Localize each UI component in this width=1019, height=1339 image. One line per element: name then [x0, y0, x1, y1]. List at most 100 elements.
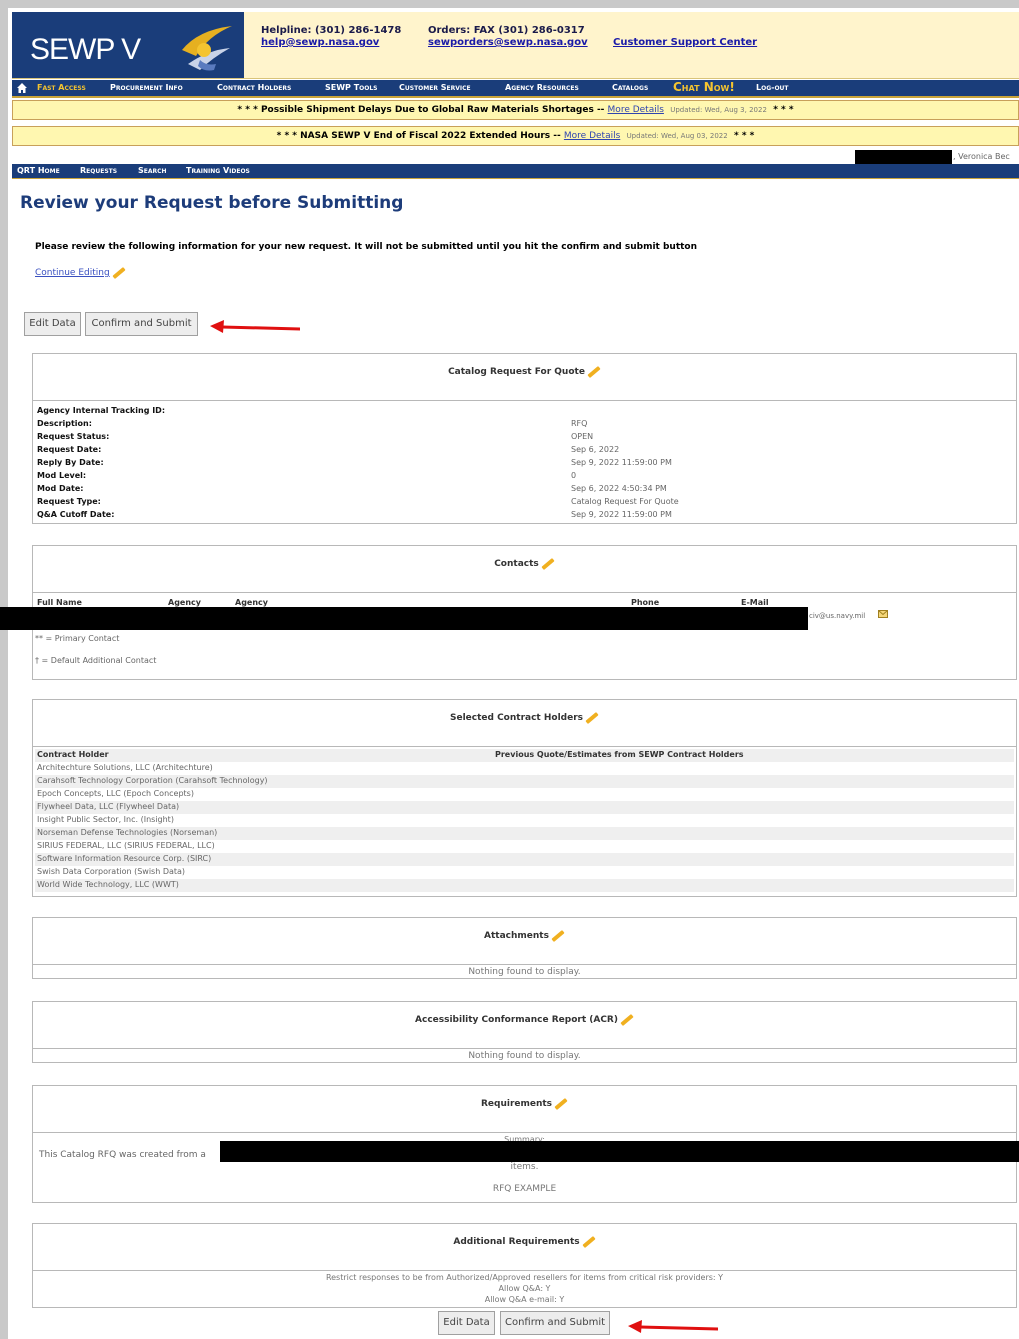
requirement-line: Restrict responses to be from Authorized…	[325, 1273, 724, 1282]
edit-data-button[interactable]: Edit Data	[24, 312, 81, 336]
alert-suffix: * * *	[734, 131, 755, 141]
table-cell: Swish Data Corporation (Swish Data)	[37, 867, 186, 876]
nav-agency-resources[interactable]: Agency Resources	[505, 83, 579, 92]
pencil-icon[interactable]	[541, 557, 555, 570]
page-title: Review your Request before Submitting	[20, 193, 404, 213]
alert-more-details-link[interactable]: More Details	[564, 131, 620, 141]
panel-title: Contacts	[494, 559, 539, 569]
customer-support-link[interactable]: Customer Support Center	[613, 37, 757, 48]
subnav-search[interactable]: Search	[138, 166, 167, 175]
table-cell: Flywheel Data, LLC (Flywheel Data)	[37, 802, 180, 811]
requirement-line: Allow Q&A: Y	[498, 1284, 551, 1293]
contract-holders-panel: Selected Contract Holders Contract Holde…	[32, 699, 1017, 897]
subnav-training-videos[interactable]: Training Videos	[186, 166, 250, 175]
panel-title: Attachments	[484, 931, 549, 941]
column-header: Full Name	[37, 598, 82, 607]
orders-fax-text: Orders: FAX (301) 286-0317	[428, 25, 585, 36]
panel-title: Requirements	[480, 1099, 553, 1109]
field-value: Sep 6, 2022	[571, 445, 620, 454]
pencil-icon[interactable]	[581, 1235, 596, 1248]
logo-text: SEWP V	[30, 33, 141, 66]
pencil-icon[interactable]	[585, 711, 599, 724]
table-row: Insight Public Sector, Inc. (Insight)	[35, 814, 1014, 827]
field-value: Sep 9, 2022 11:59:00 PM	[571, 458, 672, 467]
redacted-requirements-text	[220, 1141, 1019, 1162]
table-cell: SIRIUS FEDERAL, LLC (SIRIUS FEDERAL, LLC…	[37, 841, 215, 850]
nav-sewp-tools[interactable]: SEWP Tools	[325, 83, 378, 92]
confirm-submit-button[interactable]: Confirm and Submit	[85, 312, 198, 336]
table-cell: World Wide Technology, LLC (WWT)	[37, 880, 179, 889]
table-cell: Software Information Resource Corp. (SIR…	[37, 854, 212, 863]
column-header: E-Mail	[741, 598, 769, 607]
table-row: Swish Data Corporation (Swish Data)	[35, 866, 1014, 879]
nav-fast-access[interactable]: Fast Access	[37, 83, 86, 92]
field-label: Request Date:	[37, 445, 102, 454]
orders-email-link[interactable]: sewporders@sewp.nasa.gov	[428, 37, 588, 48]
home-icon[interactable]	[17, 83, 27, 93]
panel-title: Catalog Request For Quote	[448, 367, 585, 377]
field-value: Sep 9, 2022 11:59:00 PM	[571, 510, 672, 519]
field-value: 0	[571, 471, 577, 480]
empty-message: Nothing found to display.	[468, 967, 581, 977]
table-row: SIRIUS FEDERAL, LLC (SIRIUS FEDERAL, LLC…	[35, 840, 1014, 853]
continue-editing-link[interactable]: Continue Editing	[35, 266, 126, 279]
alert-suffix: * * *	[773, 105, 794, 115]
panel-title: Additional Requirements	[453, 1237, 580, 1247]
panel-header: Selected Contract Holders	[33, 700, 1016, 747]
catalog-request-panel: Catalog Request For Quote Agency Interna…	[32, 353, 1017, 524]
logo-swoosh-icon	[182, 26, 232, 71]
helpline-text: Helpline: (301) 286-1478	[261, 25, 402, 36]
nav-logout[interactable]: Log-out	[756, 83, 789, 92]
panel-title: Accessibility Conformance Report (ACR)	[415, 1015, 618, 1025]
envelope-icon[interactable]	[878, 610, 888, 618]
help-email-link[interactable]: help@sewp.nasa.gov	[261, 37, 379, 48]
pencil-icon[interactable]	[551, 929, 565, 942]
panel-header: Contacts	[33, 546, 1016, 593]
table-row: Norseman Defense Technologies (Norseman)	[35, 827, 1014, 840]
table-row: Software Information Resource Corp. (SIR…	[35, 853, 1014, 866]
panel-header: Accessibility Conformance Report (ACR)	[33, 1002, 1016, 1049]
panel-header: Catalog Request For Quote	[33, 354, 1016, 401]
table-cell: Carahsoft Technology Corporation (Carahs…	[37, 776, 268, 785]
attachments-panel: Attachments Nothing found to display.	[32, 917, 1017, 979]
field-label: Request Status:	[37, 432, 110, 441]
column-header: Previous Quote/Estimates from SEWP Contr…	[495, 750, 744, 759]
field-value: Catalog Request For Quote	[571, 497, 679, 506]
edit-data-button[interactable]: Edit Data	[438, 1311, 495, 1335]
subnav-requests[interactable]: Requests	[80, 166, 117, 175]
field-label: Agency Internal Tracking ID:	[37, 406, 166, 415]
nav-procurement-info[interactable]: Procurement Info	[110, 83, 183, 92]
confirm-submit-button[interactable]: Confirm and Submit	[500, 1311, 610, 1335]
table-row: Architechture Solutions, LLC (Architecht…	[35, 762, 1014, 775]
alert-text: * * * Possible Shipment Delays Due to Gl…	[237, 105, 608, 115]
contact-email-link[interactable]: civ@us.navy.mil	[809, 612, 865, 620]
table-header-row: Contract Holder Previous Quote/Estimates…	[35, 749, 1014, 762]
nav-customer-service[interactable]: Customer Service	[399, 83, 471, 92]
field-label: Mod Date:	[37, 484, 84, 493]
field-label: Mod Level:	[37, 471, 87, 480]
field-label: Q&A Cutoff Date:	[37, 510, 115, 519]
alert-more-details-link[interactable]: More Details	[608, 105, 664, 115]
requirements-text: This Catalog RFQ was created from a	[39, 1150, 206, 1160]
column-header: Agency	[168, 598, 201, 607]
nav-contract-holders[interactable]: Contract Holders	[217, 83, 291, 92]
alert-banner: * * * Possible Shipment Delays Due to Gl…	[12, 100, 1019, 120]
pencil-icon[interactable]	[620, 1013, 634, 1026]
panel-title: Selected Contract Holders	[449, 713, 583, 723]
pencil-icon[interactable]	[554, 1097, 568, 1110]
table-row: World Wide Technology, LLC (WWT)	[35, 879, 1014, 892]
table-row: Carahsoft Technology Corporation (Carahs…	[35, 775, 1014, 788]
panel-header: Attachments	[33, 918, 1016, 965]
field-value: Sep 6, 2022 4:50:34 PM	[571, 484, 667, 493]
table-cell: Norseman Defense Technologies (Norseman)	[37, 828, 218, 837]
redacted-contact-row	[0, 607, 808, 630]
requirements-example: RFQ EXAMPLE	[492, 1184, 557, 1194]
additional-requirements-panel: Additional Requirements Restrict respons…	[32, 1223, 1017, 1308]
nav-catalogs[interactable]: Catalogs	[612, 83, 648, 92]
main-nav: Fast Access Procurement Info Contract Ho…	[12, 80, 1019, 98]
subnav-qrt-home[interactable]: QRT Home	[17, 166, 60, 175]
pencil-icon[interactable]	[587, 365, 601, 378]
nav-chat-now[interactable]: Chat Now!	[673, 80, 735, 94]
panel-header: Additional Requirements	[33, 1224, 1016, 1271]
primary-contact-note: ** = Primary Contact	[35, 634, 120, 643]
